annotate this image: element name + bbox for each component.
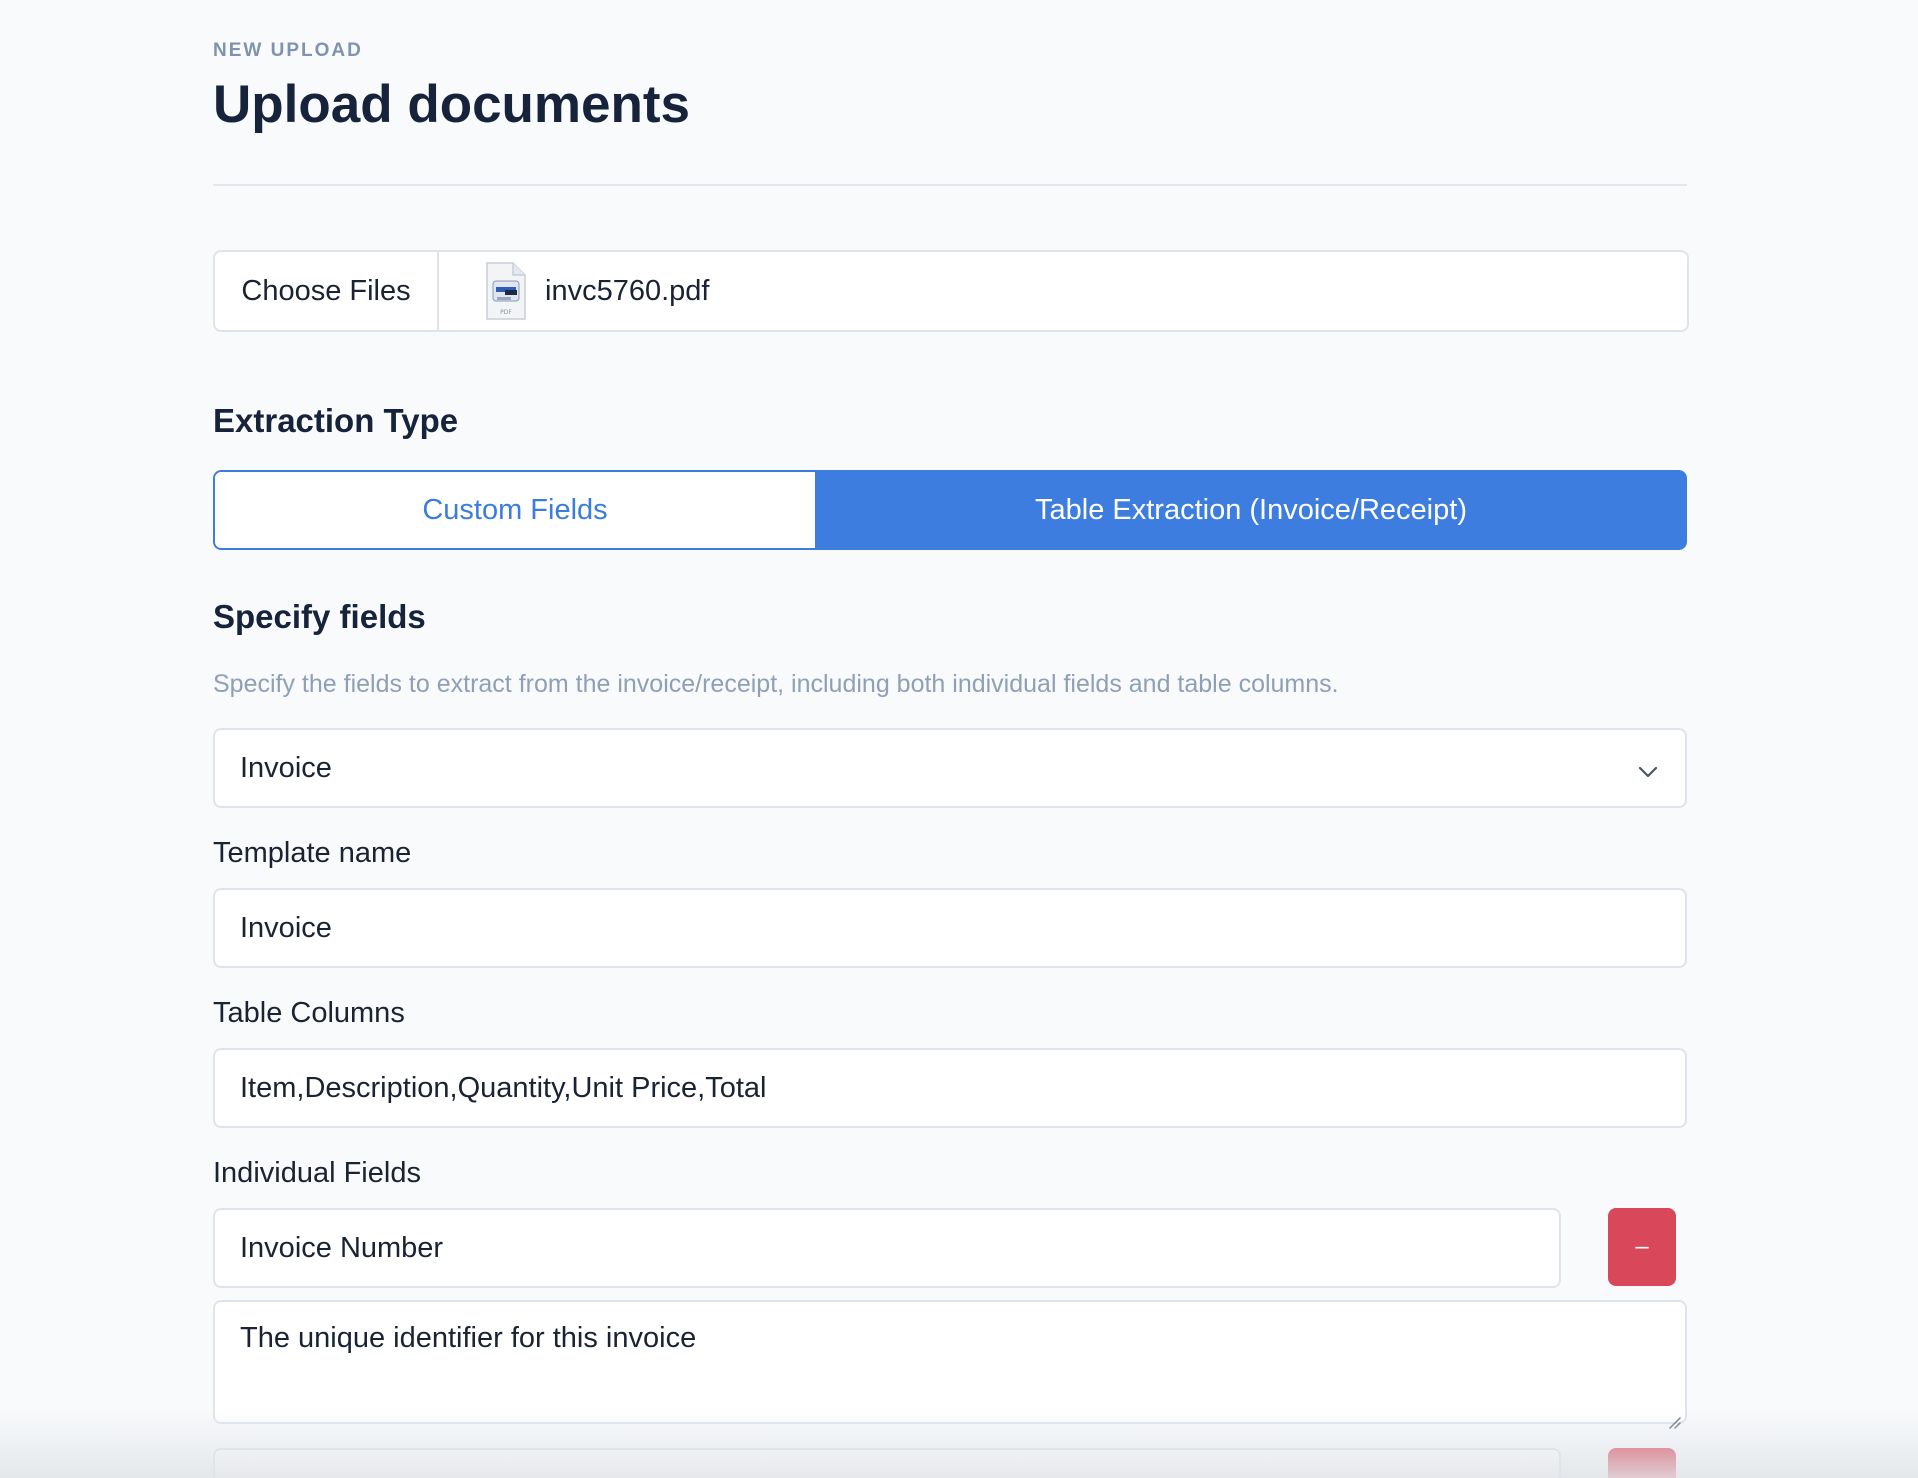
field-description-textarea[interactable]: The unique identifier for this invoice <box>213 1300 1687 1429</box>
minus-icon: – <box>1635 1233 1649 1260</box>
template-select[interactable]: Invoice <box>213 728 1687 808</box>
chevron-down-icon <box>1637 758 1659 780</box>
page-title: Upload documents <box>213 75 691 134</box>
selected-file-name: invc5760.pdf <box>545 274 710 307</box>
choose-files-button[interactable]: Choose Files <box>215 252 439 330</box>
header-divider <box>213 184 1687 186</box>
template-name-input[interactable]: Invoice <box>213 888 1687 968</box>
table-columns-input[interactable]: Item,Description,Quantity,Unit Price,Tot… <box>213 1048 1687 1128</box>
file-picker[interactable]: Choose Files PDF invc5760.pdf <box>213 250 1689 332</box>
resize-handle-icon[interactable] <box>1667 1404 1681 1429</box>
eyebrow-label: NEW UPLOAD <box>213 40 363 61</box>
field-name-value: Invoice Number <box>240 1231 444 1264</box>
field-description-value: The unique identifier for this invoice <box>240 1322 697 1354</box>
extraction-type-label: Extraction Type <box>213 402 459 439</box>
extraction-type-toggle: Custom Fields Table Extraction (Invoice/… <box>213 470 1687 550</box>
tab-custom-fields[interactable]: Custom Fields <box>213 470 815 550</box>
next-remove-field-button[interactable] <box>1608 1448 1676 1478</box>
template-name-value: Invoice <box>240 911 332 944</box>
field-name-input[interactable]: Invoice Number <box>213 1208 1561 1288</box>
specify-fields-help: Specify the fields to extract from the i… <box>213 670 1339 698</box>
individual-fields-label: Individual Fields <box>213 1157 421 1189</box>
upload-page: NEW UPLOAD Upload documents Choose Files… <box>0 0 1918 1478</box>
table-columns-value: Item,Description,Quantity,Unit Price,Tot… <box>240 1071 767 1104</box>
template-name-label: Template name <box>213 837 412 869</box>
next-field-name-input[interactable] <box>213 1448 1561 1478</box>
pdf-file-icon: PDF <box>483 261 529 321</box>
table-columns-label: Table Columns <box>213 997 405 1029</box>
svg-text:PDF: PDF <box>500 309 512 316</box>
template-select-value: Invoice <box>240 751 332 784</box>
tab-table-extraction[interactable]: Table Extraction (Invoice/Receipt) <box>815 470 1687 550</box>
specify-fields-heading: Specify fields <box>213 598 426 635</box>
remove-field-button[interactable]: – <box>1608 1208 1676 1286</box>
